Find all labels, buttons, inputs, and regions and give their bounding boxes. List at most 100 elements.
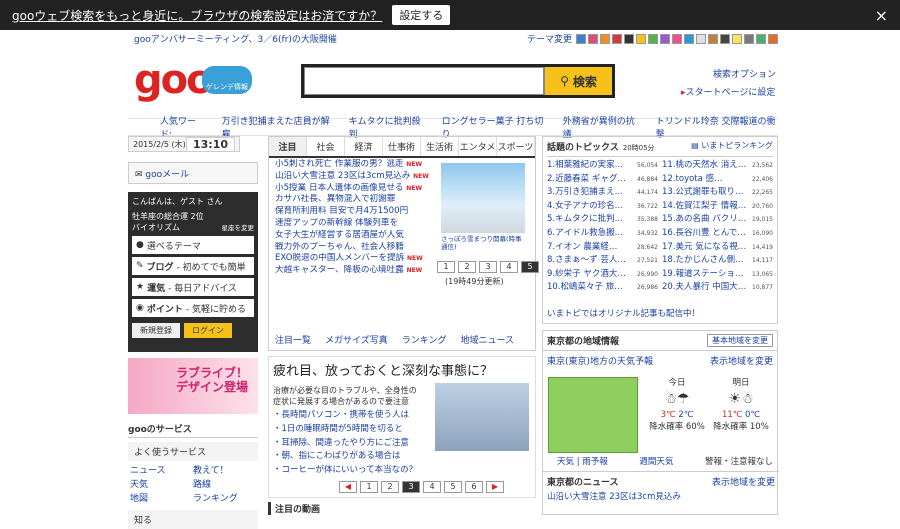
topic-item[interactable]: 19.報道ステーショ… 13,065 bbox=[662, 268, 773, 282]
theme-swatch-icon[interactable] bbox=[624, 33, 634, 44]
theme-swatch-icon[interactable] bbox=[696, 33, 706, 44]
next-icon[interactable]: ▶ bbox=[486, 481, 504, 493]
topic-item[interactable]: 17.美元 気になる視… 14,419 bbox=[662, 241, 773, 255]
topic-item[interactable]: 4.女子アナの珍名… 36,722 bbox=[547, 200, 658, 214]
topic-item[interactable]: 12.toyota 感… 22,406 bbox=[662, 173, 773, 187]
search-options-link[interactable]: 検索オプション bbox=[713, 67, 776, 80]
startpage-link[interactable]: ▸スタートページに設定 bbox=[681, 85, 775, 98]
topic-item[interactable]: 3.万引き犯捕まえ… 44,174 bbox=[547, 186, 658, 200]
topics-ranking-link[interactable]: ▤ いまトピランキング bbox=[691, 140, 773, 153]
page-button[interactable]: 2 bbox=[458, 261, 476, 273]
page-button[interactable]: 3 bbox=[479, 261, 497, 273]
theme-swatch-icon[interactable] bbox=[720, 33, 730, 44]
topic-item[interactable]: 18.たかじんさん側… 14,117 bbox=[662, 254, 773, 268]
topic-item[interactable]: 20.夫人暴行 中国大… 10,877 bbox=[662, 281, 773, 295]
news-item[interactable]: 山沿い大雪注意 23区は3cm見込み NEW bbox=[275, 171, 443, 183]
goo-mail-link[interactable]: gooメール bbox=[145, 170, 189, 180]
theme-swatch-icon[interactable] bbox=[684, 33, 694, 44]
select-theme-button[interactable]: ● 選べるテーマ bbox=[132, 236, 254, 254]
theme-swatch-icon[interactable] bbox=[612, 33, 622, 44]
article-link[interactable]: ・朝、指にこわばりがある場合は bbox=[273, 450, 441, 464]
page-button[interactable]: 4 bbox=[423, 481, 441, 493]
tab-featured[interactable]: 注目 bbox=[269, 137, 307, 156]
page-button[interactable]: 1 bbox=[437, 261, 455, 273]
theme-swatch-icon[interactable] bbox=[756, 33, 766, 44]
service-link[interactable]: 教えて！ bbox=[193, 463, 256, 476]
theme-swatch-icon[interactable] bbox=[672, 33, 682, 44]
news-item[interactable]: 小5刺され死亡 作業服の男？逃走 NEW bbox=[275, 159, 443, 171]
service-link[interactable]: 路線 bbox=[193, 477, 256, 490]
weather-region-link[interactable]: 表示地域を変更 bbox=[710, 354, 773, 367]
services-more[interactable]: 知る bbox=[128, 510, 258, 529]
weekly-weather-link[interactable]: 週間天気 bbox=[639, 455, 673, 467]
news-item[interactable]: カサハ社長、異物混入で初謝罪 bbox=[275, 194, 443, 206]
topic-item[interactable]: 1.相葉雅紀の実家… 56,054 bbox=[547, 159, 658, 173]
tab-life[interactable]: 生活術 bbox=[421, 137, 459, 156]
service-link[interactable]: 地図 bbox=[130, 491, 193, 504]
register-button[interactable]: 新規登録 bbox=[132, 323, 180, 338]
topic-item[interactable]: 14.佐賀江梨子 情報… 20,760 bbox=[662, 200, 773, 214]
theme-swatch-icon[interactable] bbox=[732, 33, 742, 44]
change-region-button[interactable]: 基本地域を変更 bbox=[707, 334, 773, 347]
photo-caption[interactable]: さっぽろ雪まつり開幕(時事通信) bbox=[441, 235, 527, 251]
close-icon[interactable]: × bbox=[875, 6, 888, 25]
search-button[interactable]: ⚲ 検索 bbox=[544, 67, 612, 95]
service-link[interactable]: 天気 bbox=[130, 477, 193, 490]
news-link[interactable]: メガサイズ写真 bbox=[325, 333, 388, 346]
news-link[interactable]: 地域ニュース bbox=[460, 333, 514, 346]
theme-swatch-icon[interactable] bbox=[768, 33, 778, 44]
tab-economy[interactable]: 経済 bbox=[345, 137, 383, 156]
ski-info-badge[interactable]: ゲレンデ情報 bbox=[202, 66, 252, 94]
regional-news-item[interactable]: 山沿い大雪注意 23区は3cm見込み bbox=[547, 490, 775, 502]
page-button[interactable]: 1 bbox=[360, 481, 378, 493]
promo-link[interactable]: gooアンバサーミーティング、3／6(fr)の大阪開催 bbox=[134, 32, 337, 45]
article-title[interactable]: 疲れ目、放っておくと深刻な事態に？ bbox=[269, 357, 535, 382]
article-photo[interactable] bbox=[435, 383, 529, 451]
news-item[interactable]: 保育所利用料 目安で月4万1500円 bbox=[275, 206, 443, 218]
goo-mail-box[interactable]: ✉ gooメール bbox=[128, 162, 258, 184]
topic-item[interactable]: 2.近藤春菜 ギャグ… 46,884 bbox=[547, 173, 658, 187]
topic-item[interactable]: 13.公式謝罪も取り… 22,265 bbox=[662, 186, 773, 200]
lovelive-banner[interactable]: ラブライブ！ デザイン登場 bbox=[128, 358, 258, 414]
goo-logo[interactable]: goo bbox=[134, 60, 214, 100]
topic-item[interactable]: 6.アイドル救急搬… 34,932 bbox=[547, 227, 658, 241]
news-item[interactable]: 小5授業 日本人遺体の画像見せる NEW bbox=[275, 183, 443, 195]
theme-swatch-icon[interactable] bbox=[744, 33, 754, 44]
prev-icon[interactable]: ◀ bbox=[339, 481, 357, 493]
article-link[interactable]: ・耳掃除、間違ったやり方にご注意 bbox=[273, 437, 441, 451]
weather-title[interactable]: 東京(東京)地方の天気予報 bbox=[547, 354, 653, 367]
weather-link[interactable]: 天気 | 雨予報 bbox=[557, 455, 608, 467]
search-input[interactable] bbox=[304, 67, 544, 95]
topic-item[interactable]: 7.イオン 農業経… 28,642 bbox=[547, 241, 658, 255]
topic-item[interactable]: 5.キムタクに批判… 35,388 bbox=[547, 213, 658, 227]
topic-item[interactable]: 9.紗栄子 ヤク酒大… 26,990 bbox=[547, 268, 658, 282]
theme-swatch-icon[interactable] bbox=[576, 33, 586, 44]
news-item[interactable]: 女子大生が経営する居酒屋が人気 bbox=[275, 230, 443, 242]
page-button[interactable]: 2 bbox=[381, 481, 399, 493]
theme-swatch-icon[interactable] bbox=[708, 33, 718, 44]
topic-item[interactable]: 16.長谷川豊 とんで… 16,090 bbox=[662, 227, 773, 241]
service-link[interactable]: ニュース bbox=[130, 463, 193, 476]
article-link[interactable]: ・長時間パソコン・携帯を使う人は bbox=[273, 409, 441, 423]
widget-fortune[interactable]: ★ 運気 - 毎日アドバイス bbox=[132, 278, 254, 296]
search-settings-message[interactable]: gooウェブ検索をもっと身近に。ブラウザの検索設定はお済ですか？ bbox=[12, 7, 382, 24]
topic-item[interactable]: 15.あの名曲 パクリ… 19,015 bbox=[662, 213, 773, 227]
theme-swatch-icon[interactable] bbox=[600, 33, 610, 44]
page-button-active[interactable]: 3 bbox=[402, 481, 420, 493]
article-link[interactable]: ・コーヒーが体にいいって本当なの？ bbox=[273, 464, 441, 478]
page-button[interactable]: 6 bbox=[465, 481, 483, 493]
theme-swatch-icon[interactable] bbox=[636, 33, 646, 44]
theme-change-link[interactable]: テーマ変更 bbox=[527, 32, 572, 45]
regional-news-title[interactable]: 東京都のニュース bbox=[547, 475, 619, 488]
article-link[interactable]: ・1日の睡眠時間が5時間を切ると bbox=[273, 423, 441, 437]
topic-item[interactable]: 10.松嶋菜々子 旅… 26,986 bbox=[547, 281, 658, 295]
horoscope-change-link[interactable]: 星座を変更 bbox=[222, 222, 255, 233]
page-button[interactable]: 4 bbox=[500, 261, 518, 273]
tab-society[interactable]: 社会 bbox=[307, 137, 345, 156]
widget-blog[interactable]: ✎ ブログ - 初めてでも簡単 bbox=[132, 257, 254, 275]
topic-item[interactable]: 11.桃の天然水 消え… 23,562 bbox=[662, 159, 773, 173]
news-item[interactable]: EXO脱退の中国人メンバーを提訴 NEW bbox=[275, 253, 443, 265]
login-button[interactable]: ログイン bbox=[184, 323, 232, 338]
news-link[interactable]: 注目一覧 bbox=[275, 333, 311, 346]
weather-map[interactable] bbox=[548, 377, 638, 453]
